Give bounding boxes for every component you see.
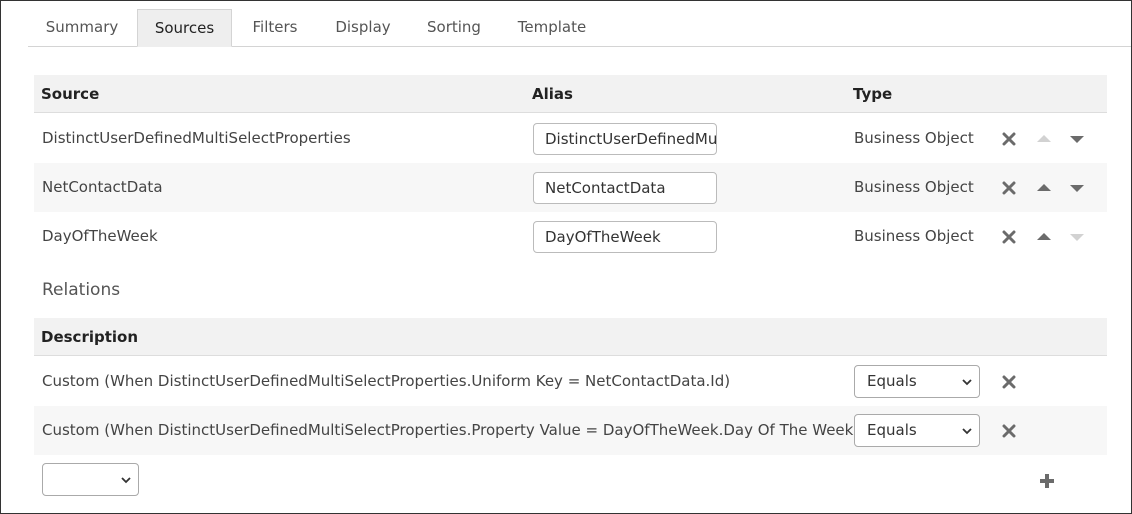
arrow-up-icon[interactable]: [1034, 163, 1054, 212]
chevron-down-icon: [121, 464, 131, 495]
relation-operator-select[interactable]: Equals: [854, 414, 980, 447]
column-header-type: Type: [853, 85, 893, 103]
relation-description: Custom (When DistinctUserDefinedMultiSel…: [42, 372, 731, 390]
alias-input[interactable]: NetContactData: [533, 172, 717, 204]
arrow-up-icon[interactable]: [1034, 212, 1054, 261]
relations-table-header: Description: [34, 318, 1107, 356]
tab-filters[interactable]: Filters: [235, 9, 315, 47]
remove-icon[interactable]: [999, 212, 1019, 261]
arrow-down-icon: [1067, 212, 1087, 261]
arrow-down-icon[interactable]: [1067, 114, 1087, 163]
remove-icon[interactable]: [999, 163, 1019, 212]
column-header-source: Source: [41, 85, 100, 103]
source-name: DayOfTheWeek: [42, 227, 158, 245]
relation-description: Custom (When DistinctUserDefinedMultiSel…: [42, 421, 903, 439]
source-type: Business Object: [854, 178, 974, 196]
chevron-down-icon: [962, 415, 972, 446]
arrow-down-icon[interactable]: [1067, 163, 1087, 212]
source-type: Business Object: [854, 129, 974, 147]
tab-template[interactable]: Template: [501, 9, 603, 47]
alias-input[interactable]: DistinctUserDefinedMu: [533, 123, 717, 155]
tab-summary[interactable]: Summary: [28, 9, 136, 47]
tab-display[interactable]: Display: [320, 9, 406, 47]
source-row: DayOfTheWeek DayOfTheWeek Business Objec…: [34, 212, 1107, 261]
remove-icon[interactable]: [999, 114, 1019, 163]
source-name: NetContactData: [42, 178, 163, 196]
relation-row: Custom (When DistinctUserDefinedMultiSel…: [34, 406, 1107, 455]
relation-operator-select[interactable]: Equals: [854, 365, 980, 398]
column-header-alias: Alias: [532, 85, 573, 103]
sources-table-header: Source Alias Type: [34, 75, 1107, 113]
add-icon[interactable]: [1037, 456, 1057, 505]
remove-icon[interactable]: [999, 406, 1019, 455]
chevron-down-icon: [962, 366, 972, 397]
column-header-description: Description: [41, 328, 139, 346]
relation-row: Custom (When DistinctUserDefinedMultiSel…: [34, 357, 1107, 406]
tab-sources[interactable]: Sources: [137, 9, 232, 47]
tab-sorting[interactable]: Sorting: [411, 9, 497, 47]
tab-bar: Summary Sources Filters Display Sorting …: [1, 1, 1131, 47]
source-type: Business Object: [854, 227, 974, 245]
relations-title: Relations: [42, 280, 121, 300]
source-row: NetContactData NetContactData Business O…: [34, 163, 1107, 212]
source-name: DistinctUserDefinedMultiSelectProperties: [42, 129, 351, 147]
relation-operator-value: Equals: [867, 372, 917, 390]
new-relation-select[interactable]: [42, 463, 139, 496]
report-editor: Summary Sources Filters Display Sorting …: [0, 0, 1132, 514]
arrow-up-icon: [1034, 114, 1054, 163]
alias-input[interactable]: DayOfTheWeek: [533, 221, 717, 253]
remove-icon[interactable]: [999, 357, 1019, 406]
relation-operator-value: Equals: [867, 421, 917, 439]
source-row: DistinctUserDefinedMultiSelectProperties…: [34, 114, 1107, 163]
